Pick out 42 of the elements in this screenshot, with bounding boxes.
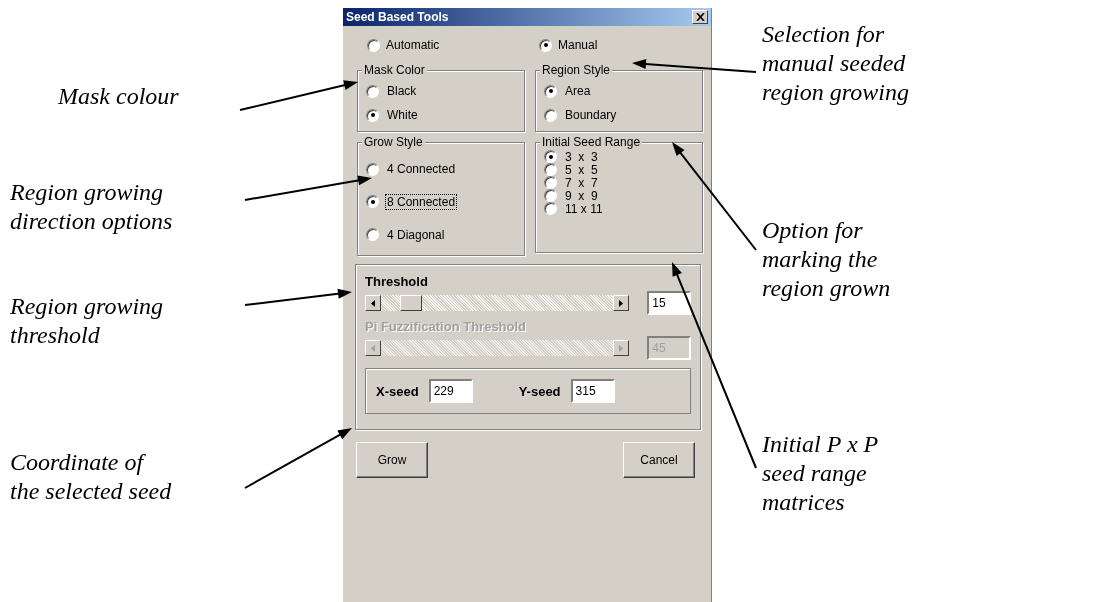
radio-button[interactable] xyxy=(544,150,557,163)
window-title: Seed Based Tools xyxy=(346,10,449,24)
radio-label: Area xyxy=(564,83,592,99)
slider-thumb[interactable] xyxy=(399,295,422,311)
seed-field[interactable]: 229 xyxy=(428,379,473,403)
radio-label: 4 Connected xyxy=(386,161,457,178)
radio-label: 8 Connected xyxy=(385,194,458,210)
annotation: Mask colour xyxy=(58,82,179,111)
group-title: Region Style xyxy=(540,63,613,78)
close-button[interactable] xyxy=(692,10,708,24)
radio-label: Black xyxy=(386,83,418,99)
dialog-button[interactable]: Cancel xyxy=(623,442,695,478)
radio-label: Manual xyxy=(558,38,598,52)
radio-label: 4 Diagonal xyxy=(386,226,446,243)
radio-button[interactable] xyxy=(544,202,557,215)
radio-button[interactable] xyxy=(544,189,557,202)
radio-button[interactable] xyxy=(366,228,379,242)
seed-label: X-seed xyxy=(376,383,419,399)
value-field[interactable]: 15 xyxy=(647,291,691,315)
radio-button[interactable] xyxy=(366,84,379,98)
group-title: Initial Seed Range xyxy=(540,135,643,150)
annotation: Option for marking the region grown xyxy=(762,216,891,303)
annotation: Initial P x P seed range matrices xyxy=(762,430,879,517)
radio-button[interactable] xyxy=(366,195,379,209)
dialog-button[interactable]: Grow xyxy=(356,442,428,478)
group-title: Grow Style xyxy=(362,135,425,150)
radio-label: White xyxy=(386,107,419,123)
annotation: Region growing threshold xyxy=(10,292,164,350)
seed-field[interactable]: 315 xyxy=(570,379,615,403)
radio-button[interactable] xyxy=(544,176,557,189)
radio-button[interactable] xyxy=(544,163,557,176)
seed-label: Y-seed xyxy=(518,383,561,399)
slider-label: Threshold xyxy=(365,273,429,291)
close-icon xyxy=(695,13,705,21)
radio-button[interactable] xyxy=(544,84,557,98)
radio-label: Boundary xyxy=(564,107,618,123)
radio-button[interactable] xyxy=(367,38,380,52)
radio-label: Automatic xyxy=(386,38,440,52)
annotation: Selection for manual seeded region growing xyxy=(762,20,909,107)
annotation: Coordinate of the selected seed xyxy=(10,448,172,506)
annotation: Region growing direction options xyxy=(10,178,173,236)
slider[interactable] xyxy=(365,295,630,311)
